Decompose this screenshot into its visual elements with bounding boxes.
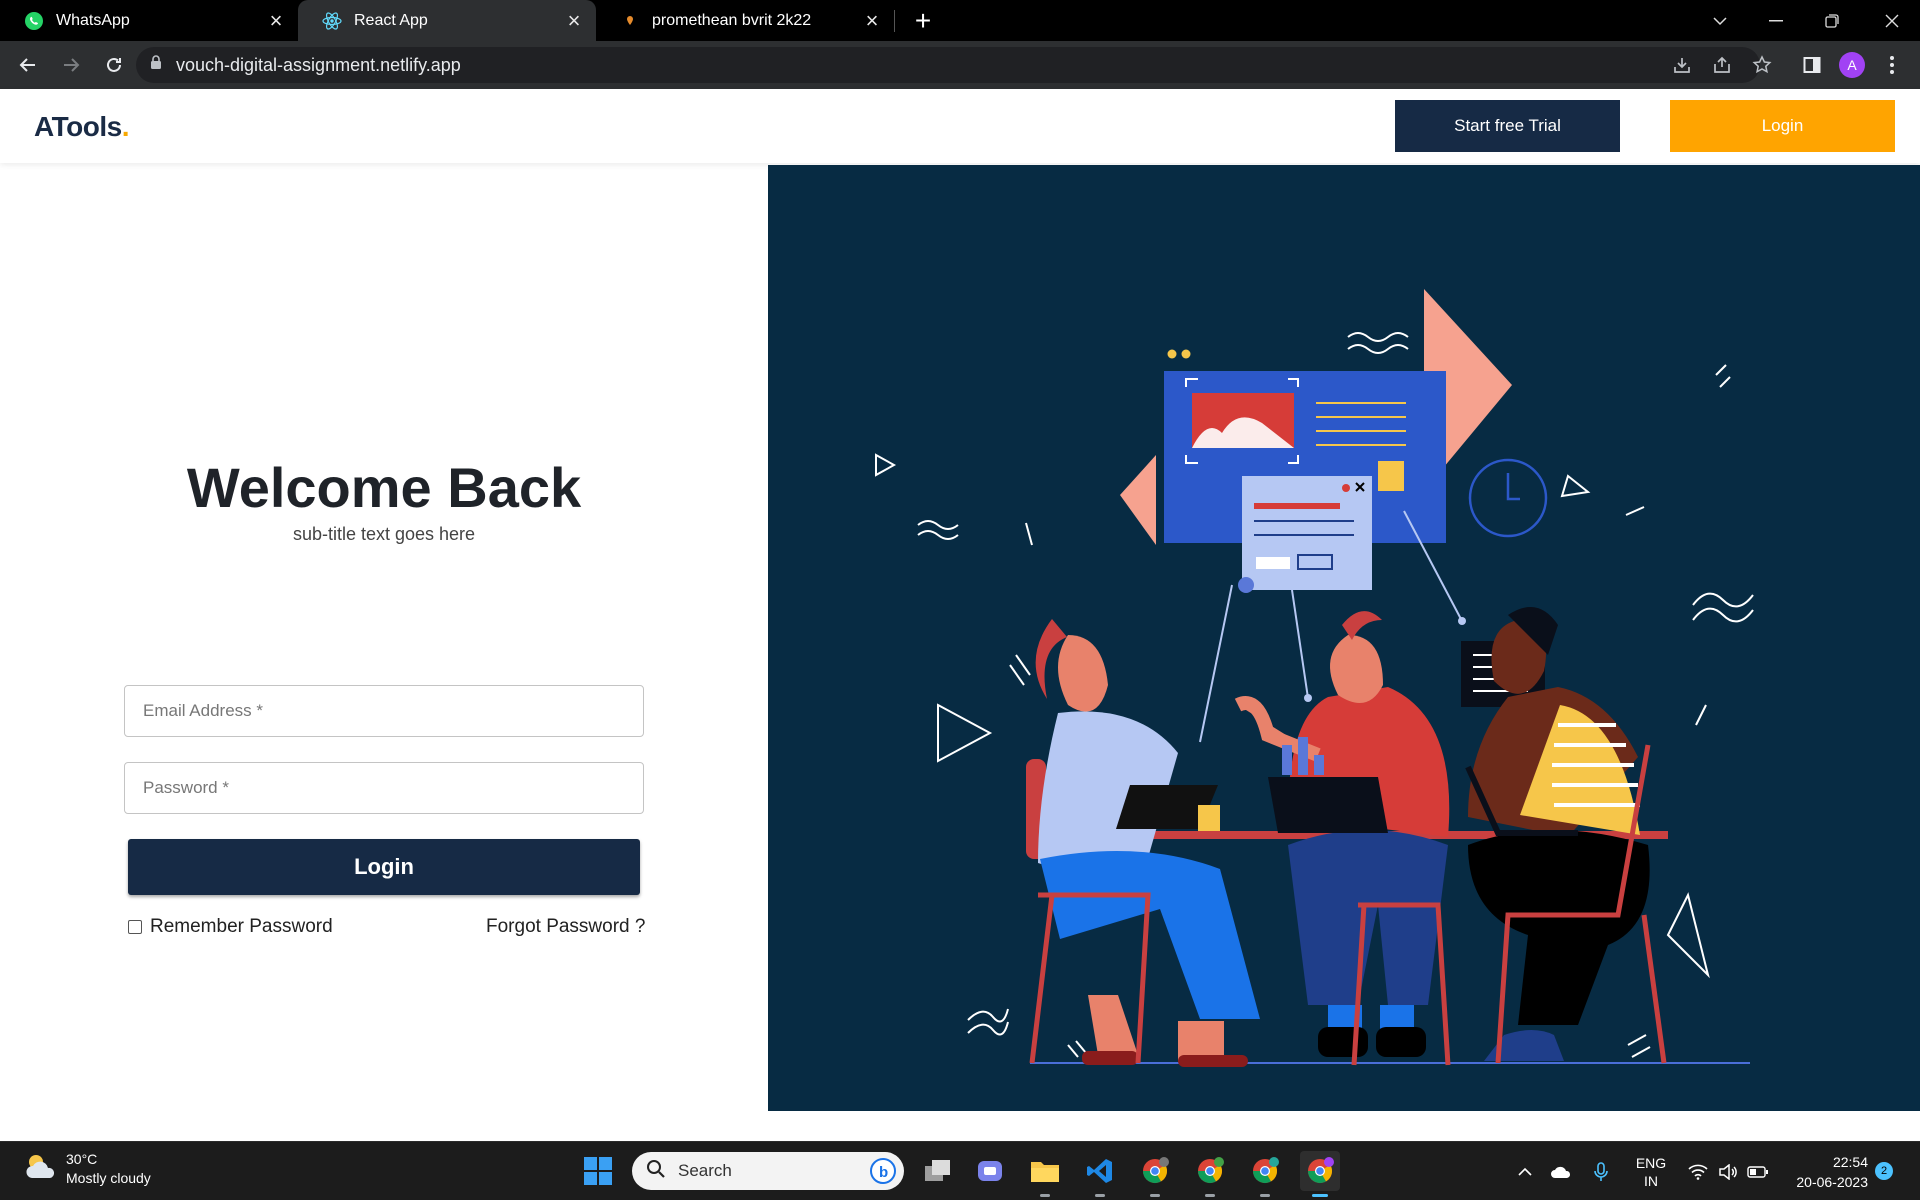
restore-icon[interactable] [1804,0,1860,41]
browser-toolbar: vouch-digital-assignment.netlify.app A [0,41,1920,89]
region-code: IN [1644,1172,1658,1189]
temperature: 30°C [66,1151,98,1167]
profile-avatar[interactable]: A [1832,41,1872,89]
svg-text:b: b [879,1164,888,1181]
email-field[interactable] [124,685,644,737]
password-field[interactable] [124,762,644,814]
teams-chat-icon[interactable] [970,1151,1010,1191]
language-code: ENG [1635,1154,1667,1171]
site-logo[interactable]: ATools. [34,111,130,143]
tab-whatsapp[interactable]: WhatsApp × [0,0,298,41]
tab-promethean[interactable]: promethean bvrit 2k22 × [596,0,894,41]
forward-icon[interactable] [51,45,91,85]
tab-title: React App [354,11,428,29]
team-meeting-illustration [875,289,1754,1067]
weather-widget[interactable]: 30°C Mostly cloudy [24,1150,151,1188]
logo-text: ATools [34,111,122,142]
search-placeholder: Search [678,1161,732,1180]
reload-icon[interactable] [94,45,134,85]
vscode-icon[interactable] [1080,1151,1120,1197]
lock-icon[interactable] [150,55,162,75]
close-tab-icon[interactable]: × [560,7,588,35]
bing-icon[interactable]: b [870,1158,896,1189]
microphone-icon[interactable] [1586,1142,1616,1201]
logo-dot: . [121,111,130,142]
page-subtitle: sub-title text goes here [292,524,476,544]
location-pin-icon [620,11,640,31]
url-text: vouch-digital-assignment.netlify.app [176,54,461,75]
react-icon [322,11,342,31]
page-title: Welcome Back [186,456,582,519]
login-button[interactable]: Login [128,839,640,895]
language-indicator[interactable]: ENG IN [1628,1142,1674,1201]
salmon-triangle-small [1120,455,1156,545]
minimize-icon[interactable] [1748,0,1804,41]
taskbar-search[interactable]: Search b [632,1152,904,1190]
install-app-icon[interactable] [1662,41,1702,89]
chevron-up-icon[interactable] [1510,1142,1540,1201]
bookmark-star-icon[interactable] [1742,41,1782,89]
tab-search-icon[interactable] [1692,0,1748,41]
kebab-menu-icon[interactable] [1872,41,1912,89]
header-login-button[interactable]: Login [1670,100,1895,152]
os-taskbar: 30°C Mostly cloudy Search b ENG IN 22:54… [0,1141,1920,1200]
weather-condition: Mostly cloudy [66,1170,151,1186]
back-icon[interactable] [8,45,48,85]
checkbox-box[interactable] [128,920,142,934]
wifi-icon[interactable] [1684,1142,1712,1201]
onedrive-icon[interactable] [1546,1142,1576,1201]
remember-password-label: Remember Password [150,916,333,937]
site-header: ATools. Start free Trial Login [0,89,1920,163]
chrome-profile-m-icon[interactable] [1135,1151,1175,1197]
tab-title: WhatsApp [56,11,130,29]
hero-illustration [768,165,1920,1111]
remember-password-checkbox[interactable]: Remember Password [128,916,333,938]
battery-icon[interactable] [1744,1142,1772,1201]
system-clock[interactable]: 22:54 20-06-2023 [1782,1152,1868,1192]
windows-start-icon[interactable] [578,1151,618,1191]
browser-tab-bar: WhatsApp × React App × promethean bvrit … [0,0,1920,41]
start-trial-button[interactable]: Start free Trial [1395,100,1620,152]
notification-badge[interactable]: 2 [1875,1162,1893,1180]
share-icon[interactable] [1702,41,1742,89]
volume-icon[interactable] [1714,1142,1742,1201]
window-close-icon[interactable] [1864,0,1920,41]
chrome-profile-m2-icon[interactable] [1190,1151,1230,1197]
close-tab-icon[interactable]: × [858,7,886,35]
whatsapp-icon [24,11,44,31]
web-page: ATools. Start free Trial Login Welcome B… [0,89,1920,1141]
search-icon [646,1159,666,1184]
task-view-icon[interactable] [918,1151,958,1191]
login-panel: Welcome Back sub-title text goes here Lo… [0,165,768,1111]
tab-react-app[interactable]: React App × [298,0,596,41]
tab-separator [894,9,895,32]
clock-time: 22:54 [1832,1154,1868,1170]
avatar: A [1839,52,1865,78]
close-tab-icon[interactable]: × [262,7,290,35]
tab-title: promethean bvrit 2k22 [652,11,812,29]
popup-card [1242,476,1372,590]
file-explorer-icon[interactable] [1025,1151,1065,1197]
new-tab-button[interactable]: + [903,0,943,41]
chrome-profile-a-icon[interactable] [1245,1151,1285,1197]
cloudy-weather-icon [24,1152,58,1187]
chrome-active-icon[interactable] [1300,1151,1340,1197]
address-bar[interactable]: vouch-digital-assignment.netlify.app [136,47,1760,83]
clock-date: 20-06-2023 [1796,1174,1868,1190]
forgot-password-link[interactable]: Forgot Password ? [486,916,645,938]
side-panel-icon[interactable] [1792,41,1832,89]
